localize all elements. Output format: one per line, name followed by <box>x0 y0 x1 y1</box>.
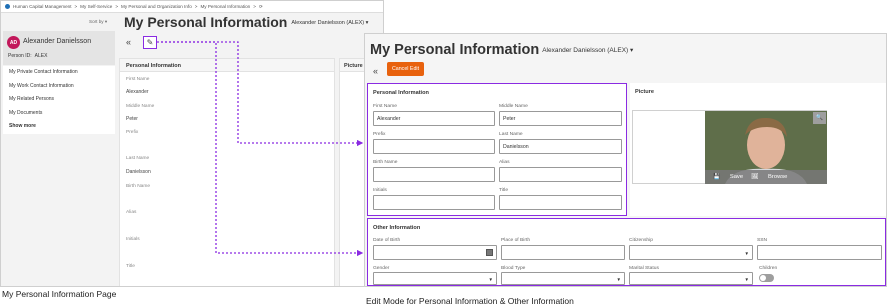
sidebar-item-related-persons[interactable]: My Related Persons <box>3 93 115 107</box>
initials-label: Initials <box>373 188 387 193</box>
profile-card: AD Alexander Danielsson Person ID: ALEX <box>3 31 115 65</box>
page-title: My Personal Information Alexander Daniels… <box>124 14 369 30</box>
chevron-down-icon: ▼ <box>488 277 493 282</box>
field-label: Prefix <box>126 130 139 135</box>
breadcrumb-item[interactable]: My Personal Information <box>200 4 250 9</box>
field-label: Last Name <box>126 156 150 161</box>
browse-photo-button[interactable]: 🖼 Browse <box>751 174 787 180</box>
breadcrumb-separator: > <box>74 4 78 9</box>
zoom-icon[interactable]: 🔍 <box>813 112 826 124</box>
profile-name: Alexander Danielsson <box>23 38 92 45</box>
sidebar-item-documents[interactable]: My Documents <box>3 107 115 121</box>
calendar-icon[interactable] <box>486 249 493 256</box>
field-value: Alexander <box>126 89 149 95</box>
page-title: My Personal Information Alexander Daniels… <box>370 42 634 58</box>
panel-title: Personal Information <box>120 59 334 72</box>
alias-label: Alias <box>499 160 510 165</box>
refresh-icon[interactable]: ⟳ <box>259 4 263 10</box>
breadcrumb-separator: > <box>194 4 198 9</box>
breadcrumb-item[interactable]: Human Capital Management <box>13 4 71 9</box>
profile-photo: 💾 Save 🖼 Browse <box>705 111 827 184</box>
field-value: Danielsson <box>126 169 151 175</box>
breadcrumb-separator: > <box>253 4 256 9</box>
person-id: Person ID: ALEX <box>8 53 48 59</box>
first-name-label: First Name <box>373 104 397 109</box>
sidebar-item-private-contact[interactable]: My Private Contact Information <box>3 66 115 80</box>
toggle-knob <box>760 275 766 281</box>
personal-information-section: Personal Information First Name Alexande… <box>367 83 627 216</box>
marital-status-label: Marital Status <box>629 266 659 271</box>
other-information-section: Other Information Date of Birth Place of… <box>367 218 886 286</box>
caption-left: My Personal Information Page <box>2 289 117 299</box>
blood-type-label: Blood Type <box>501 266 526 271</box>
first-name-input[interactable]: Alexander <box>373 111 495 126</box>
picture-title: Picture <box>635 89 654 95</box>
breadcrumb: Human Capital Management > My Self-Servi… <box>1 1 383 13</box>
home-icon[interactable] <box>5 4 10 9</box>
show-more-link[interactable]: Show more <box>3 120 115 134</box>
birth-name-label: Birth Name <box>373 160 398 165</box>
prefix-input[interactable] <box>373 139 495 154</box>
prefix-label: Prefix <box>373 132 386 137</box>
initials-input[interactable] <box>373 195 495 210</box>
place-of-birth-input[interactable] <box>501 245 625 260</box>
avatar: AD <box>7 36 20 49</box>
caption-right: Edit Mode for Personal Information & Oth… <box>366 296 574 305</box>
section-title: Personal Information <box>373 90 429 96</box>
figure: Human Capital Management > My Self-Servi… <box>0 0 887 305</box>
collapse-icon[interactable]: « <box>126 37 131 47</box>
birth-name-input[interactable] <box>373 167 495 182</box>
blood-type-select[interactable]: ▼ <box>501 272 625 285</box>
sort-by-dropdown[interactable]: Sort by ▾ <box>89 19 107 25</box>
field-label: Initials <box>126 237 140 242</box>
ssn-label: SSN <box>757 238 768 243</box>
last-name-label: Last Name <box>499 132 523 137</box>
field-label: Alias <box>126 210 137 215</box>
picture-actions-bar: 💾 Save 🖼 Browse <box>705 170 827 184</box>
edit-pencil-icon[interactable]: ✎ <box>143 36 157 49</box>
user-selector[interactable]: Alexander Danielsson (ALEX) ▾ <box>291 20 368 26</box>
gender-select[interactable]: ▼ <box>373 272 497 285</box>
breadcrumb-separator: > <box>115 4 119 9</box>
section-title: Other Information <box>373 225 421 231</box>
chevron-down-icon: ▼ <box>744 251 749 256</box>
save-photo-button[interactable]: 💾 Save <box>713 174 743 180</box>
marital-status-select[interactable]: ▼ <box>629 272 753 285</box>
children-label: Children <box>759 266 778 271</box>
middle-name-input[interactable]: Peter <box>499 111 622 126</box>
alias-input[interactable] <box>499 167 622 182</box>
sidebar-item-work-contact[interactable]: My Work Contact Information <box>3 80 115 94</box>
breadcrumb-item[interactable]: My Personal and Organization Info <box>121 4 192 9</box>
citizenship-label: Citizenship <box>629 238 653 243</box>
user-selector[interactable]: Alexander Danielsson (ALEX) ▾ <box>542 47 633 54</box>
middle-name-label: Middle Name <box>499 104 528 109</box>
last-name-input[interactable]: Danielsson <box>499 139 622 154</box>
field-label: Middle Name <box>126 104 155 109</box>
view-mode-screenshot: Human Capital Management > My Self-Servi… <box>0 0 384 287</box>
field-value: Peter <box>126 116 138 122</box>
field-label: Title <box>126 264 135 269</box>
ssn-input[interactable] <box>757 245 882 260</box>
gender-label: Gender <box>373 266 390 271</box>
edit-mode-screenshot: My Personal Information Alexander Daniels… <box>364 33 887 287</box>
collapse-icon[interactable]: « <box>373 66 378 76</box>
breadcrumb-item[interactable]: My Self-Service <box>80 4 112 9</box>
chevron-down-icon: ▼ <box>744 277 749 282</box>
picture-section: Picture 💾 Save 🖼 Browse 🔍 <box>630 83 886 216</box>
chevron-down-icon: ▼ <box>616 277 621 282</box>
cancel-edit-button[interactable]: Cancel Edit <box>387 62 424 76</box>
title-input[interactable] <box>499 195 622 210</box>
field-label: Birth Name <box>126 184 150 189</box>
personal-information-panel: Personal Information First Name Alexande… <box>119 58 335 286</box>
place-of-birth-label: Place of Birth <box>501 238 531 243</box>
picture-frame: 💾 Save 🖼 Browse 🔍 <box>632 110 827 184</box>
title-label: Title <box>499 188 509 193</box>
children-toggle[interactable] <box>759 274 774 282</box>
citizenship-select[interactable]: ▼ <box>629 245 753 260</box>
field-label: First Name <box>126 77 150 82</box>
date-of-birth-input[interactable] <box>373 245 497 260</box>
date-of-birth-label: Date of Birth <box>373 238 401 243</box>
sidebar-nav: My Private Contact Information My Work C… <box>3 66 115 134</box>
